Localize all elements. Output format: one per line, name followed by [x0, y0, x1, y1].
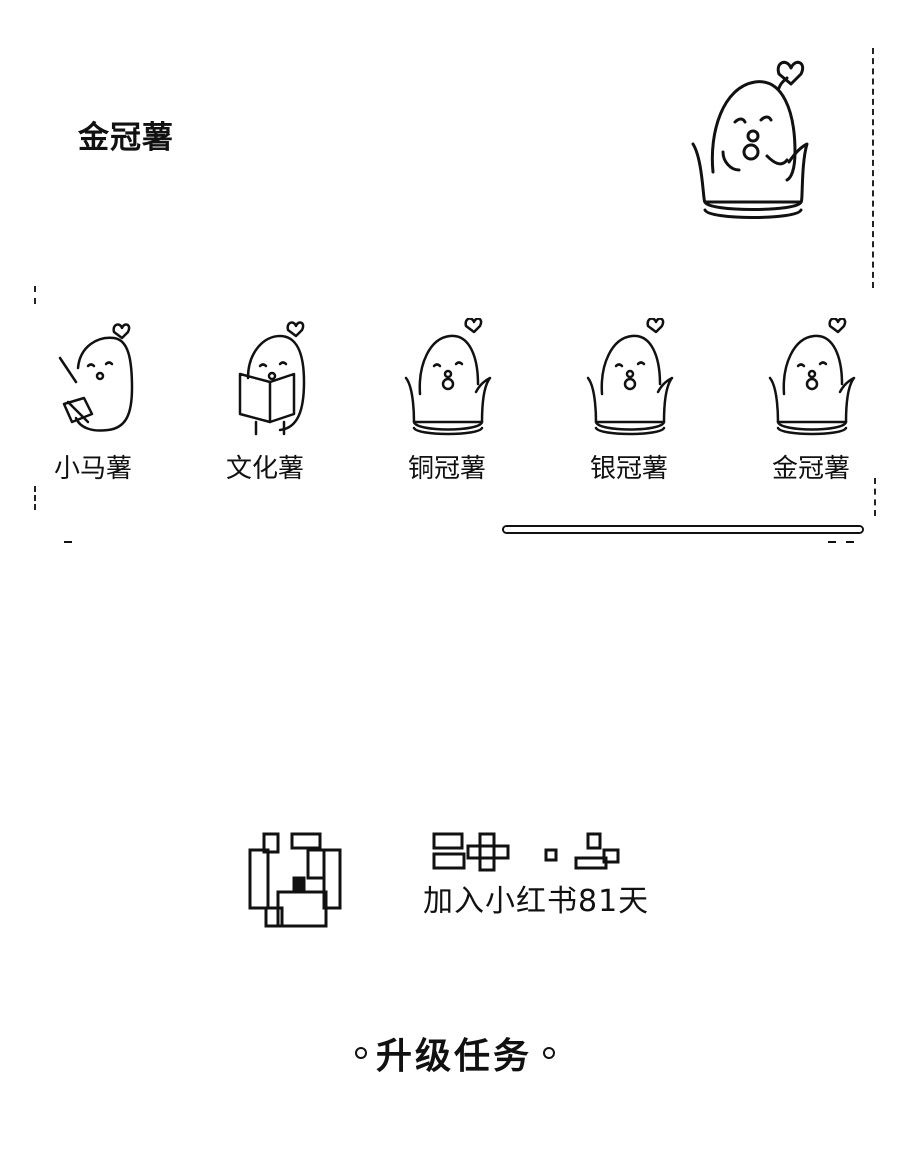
level-item-yinguan[interactable]: 银冠薯	[564, 318, 694, 485]
level-progress-bar	[502, 525, 864, 534]
scroll-indicator-left	[64, 541, 72, 543]
card-border-left-top	[34, 286, 36, 304]
title-decoration-dot-left	[355, 1047, 367, 1059]
level-item-jinguan[interactable]: 金冠薯	[746, 318, 876, 485]
nickname-pattern-icon	[432, 832, 622, 872]
reading-potato-icon	[238, 321, 306, 436]
crown-potato-mascot-icon	[683, 52, 818, 232]
level-progress-fill	[504, 527, 862, 532]
level-item-wenhua[interactable]: 文化薯	[200, 318, 330, 485]
avatar-qr-icon	[248, 832, 344, 928]
membership-days-text: 加入小红书81天	[423, 884, 650, 919]
bronze-crown-potato-icon	[404, 318, 492, 436]
gold-crown-potato-icon	[768, 318, 856, 436]
level-label: 铜冠薯	[407, 454, 486, 484]
card-border-left-bottom	[34, 486, 36, 510]
level-label: 银冠薯	[589, 454, 668, 484]
current-level-title: 金冠薯	[78, 120, 174, 156]
level-label: 小马薯	[53, 454, 132, 484]
card-border-right	[872, 48, 874, 288]
level-item-xiaoma[interactable]: 小马薯	[28, 318, 158, 485]
silver-crown-potato-icon	[586, 318, 674, 436]
scroll-indicator-right-b	[846, 541, 854, 543]
title-decoration-dot-right	[543, 1047, 555, 1059]
level-item-tongguan[interactable]: 铜冠薯	[382, 318, 512, 485]
upgrade-tasks-title: 升级任务	[376, 1036, 533, 1077]
level-label: 文化薯	[225, 454, 304, 484]
level-label: 金冠薯	[771, 454, 850, 484]
writing-potato-icon	[58, 323, 134, 432]
scroll-indicator-right-a	[828, 541, 836, 543]
